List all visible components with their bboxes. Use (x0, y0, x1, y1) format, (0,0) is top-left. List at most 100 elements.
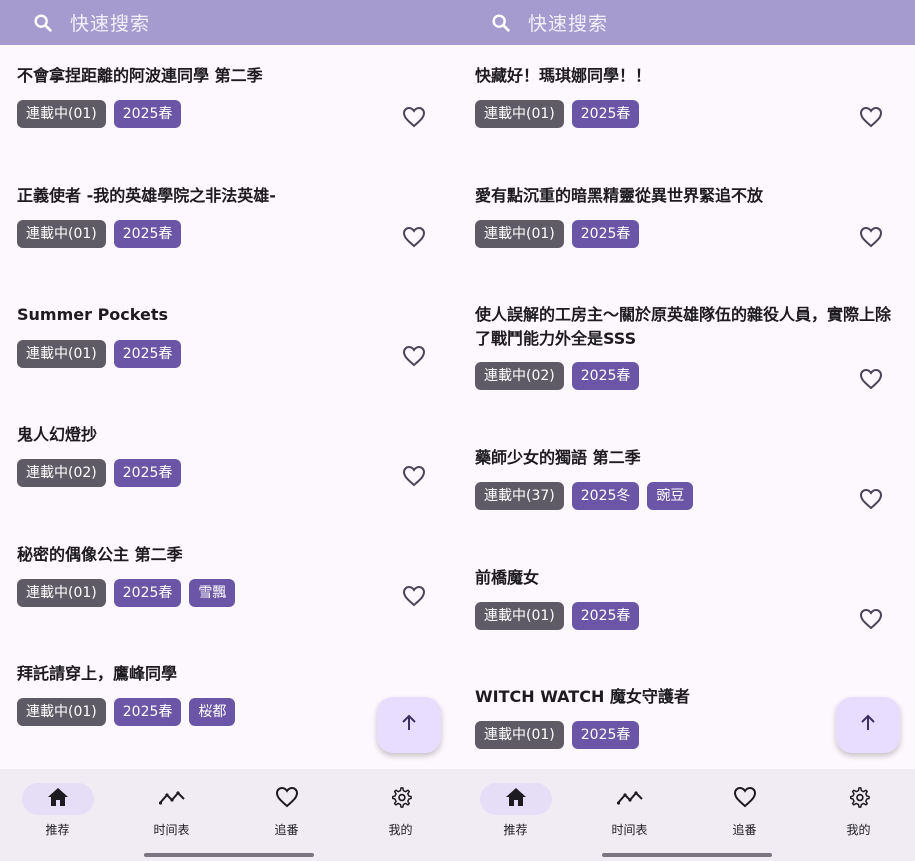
favorite-heart-icon[interactable] (402, 226, 426, 248)
right-panel: 快速搜索 快藏好！瑪琪娜同學！！ 連載中(01) 2025春 愛有點沉重的暗黑精… (458, 0, 915, 861)
trending-icon (616, 789, 643, 809)
anime-card[interactable]: 快藏好！瑪琪娜同學！！ 連載中(01) 2025春 (458, 45, 915, 165)
bottom-nav: 推荐 时间表 追番 我的 (0, 769, 458, 861)
tag-group: 連載中(01) 2025春 (17, 220, 182, 248)
heart-icon (733, 786, 757, 812)
search-icon[interactable] (490, 12, 512, 34)
anime-title: 秘密的偶像公主 第二季 (17, 545, 183, 564)
nav-label: 我的 (388, 823, 413, 837)
season-tag: 2025春 (571, 362, 640, 390)
home-icon (505, 787, 527, 811)
search-bar[interactable]: 快速搜索 (458, 0, 915, 45)
nav-item-recommend[interactable]: 推荐 (458, 769, 573, 849)
nav-item-follow[interactable]: 追番 (229, 769, 344, 849)
nav-label: 时间表 (153, 823, 190, 837)
status-tag: 連載中(37) (475, 482, 564, 510)
nav-label: 追番 (274, 823, 299, 837)
tag-group: 連載中(37) 2025冬 豌豆 (475, 482, 694, 510)
season-tag: 2025春 (571, 100, 640, 128)
anime-title: 愛有點沉重的暗黑精靈從異世界緊追不放 (475, 186, 764, 205)
nav-item-mine[interactable]: 我的 (801, 769, 915, 849)
nav-active-indicator (21, 783, 94, 815)
nav-item-schedule[interactable]: 时间表 (572, 769, 687, 849)
nav-icon-wrap (251, 783, 323, 815)
anime-card[interactable]: 前橋魔女 連載中(01) 2025春 (458, 547, 915, 667)
favorite-heart-icon[interactable] (402, 345, 426, 367)
favorite-heart-icon[interactable] (859, 608, 883, 630)
tag-group: 連載中(02) 2025春 (475, 362, 640, 390)
nav-item-mine[interactable]: 我的 (343, 769, 458, 849)
search-bar[interactable]: 快速搜索 (0, 0, 458, 45)
anime-card[interactable]: 愛有點沉重的暗黑精靈從異世界緊追不放 連載中(01) 2025春 (458, 165, 915, 285)
season-tag: 2025春 (571, 721, 640, 749)
gesture-bar (601, 853, 772, 857)
tag-group: 連載中(01) 2025春 (475, 220, 640, 248)
favorite-heart-icon[interactable] (402, 585, 426, 607)
status-tag: 連載中(01) (17, 698, 106, 726)
anime-card[interactable]: 秘密的偶像公主 第二季 連載中(01) 2025春 雪飄 (0, 524, 458, 644)
nav-icon-wrap (136, 783, 208, 815)
season-tag: 2025春 (113, 579, 182, 607)
nav-icon-wrap (594, 783, 666, 815)
status-tag: 連載中(01) (17, 100, 106, 128)
anime-title: 前橋魔女 (475, 568, 540, 587)
nav-label: 推荐 (503, 823, 528, 837)
favorite-heart-icon[interactable] (859, 368, 883, 390)
season-tag: 2025春 (571, 220, 640, 248)
bottom-nav: 推荐 时间表 追番 我的 (458, 769, 915, 861)
anime-card[interactable]: 鬼人幻燈抄 連載中(02) 2025春 (0, 404, 458, 524)
scroll-to-top-button[interactable] (377, 697, 441, 753)
tag-group: 連載中(01) 2025春 (475, 721, 640, 749)
search-input[interactable]: 快速搜索 (528, 9, 608, 36)
nav-item-recommend[interactable]: 推荐 (0, 769, 115, 849)
tag-group: 連載中(01) 2025春 (17, 100, 182, 128)
heart-icon (275, 786, 299, 812)
status-tag: 連載中(01) (475, 220, 564, 248)
anime-title: 不會拿捏距離的阿波連同學 第二季 (17, 66, 263, 85)
anime-card[interactable]: 正義使者 -我的英雄學院之非法英雄- 連載中(01) 2025春 (0, 165, 458, 285)
status-tag: 連載中(02) (475, 362, 564, 390)
favorite-heart-icon[interactable] (402, 465, 426, 487)
nav-item-schedule[interactable]: 时间表 (114, 769, 229, 849)
anime-card[interactable]: 使人誤解的工房主～關於原英雄隊伍的雜役人員，實際上除了戰鬥能力外全是SSS 連載… (458, 284, 915, 427)
season-tag: 2025春 (113, 698, 182, 726)
nav-item-follow[interactable]: 追番 (687, 769, 802, 849)
season-tag: 2025春 (113, 340, 182, 368)
fansub-tag: 雪飄 (189, 579, 236, 607)
arrow-up-icon (858, 713, 878, 737)
season-tag: 2025冬 (571, 482, 640, 510)
favorite-heart-icon[interactable] (402, 106, 426, 128)
season-tag: 2025春 (113, 459, 182, 487)
status-tag: 連載中(02) (17, 459, 106, 487)
fansub-tag: 豌豆 (647, 482, 694, 510)
status-tag: 連載中(01) (475, 721, 564, 749)
scroll-to-top-button[interactable] (836, 697, 900, 753)
anime-card[interactable]: 不會拿捏距離的阿波連同學 第二季 連載中(01) 2025春 (0, 45, 458, 165)
home-icon (47, 787, 69, 811)
anime-card[interactable]: Summer Pockets 連載中(01) 2025春 (0, 284, 458, 404)
status-tag: 連載中(01) (17, 579, 106, 607)
anime-title: 使人誤解的工房主～關於原英雄隊伍的雜役人員，實際上除了戰鬥能力外全是SSS (475, 305, 892, 348)
anime-title: 拜託請穿上，鷹峰同學 (17, 664, 178, 683)
search-input[interactable]: 快速搜索 (70, 9, 150, 36)
nav-active-indicator (479, 783, 552, 815)
favorite-heart-icon[interactable] (859, 106, 883, 128)
gear-icon (390, 786, 412, 812)
anime-card[interactable]: 藥師少女的獨語 第二季 連載中(37) 2025冬 豌豆 (458, 427, 915, 547)
status-tag: 連載中(01) (475, 602, 564, 630)
arrow-up-icon (399, 713, 419, 737)
left-panel: 快速搜索 不會拿捏距離的阿波連同學 第二季 連載中(01) 2025春 正義使者… (0, 0, 458, 861)
season-tag: 2025春 (113, 220, 182, 248)
anime-title: 正義使者 -我的英雄學院之非法英雄- (17, 186, 276, 205)
tag-group: 連載中(01) 2025春 桜都 (17, 698, 236, 726)
favorite-heart-icon[interactable] (859, 488, 883, 510)
anime-title: 鬼人幻燈抄 (17, 425, 98, 444)
season-tag: 2025春 (571, 602, 640, 630)
nav-icon-wrap (709, 783, 781, 815)
status-tag: 連載中(01) (475, 100, 564, 128)
favorite-heart-icon[interactable] (859, 226, 883, 248)
season-tag: 2025春 (113, 100, 182, 128)
gear-icon (848, 786, 870, 812)
gesture-bar (144, 853, 314, 857)
search-icon[interactable] (32, 12, 54, 34)
